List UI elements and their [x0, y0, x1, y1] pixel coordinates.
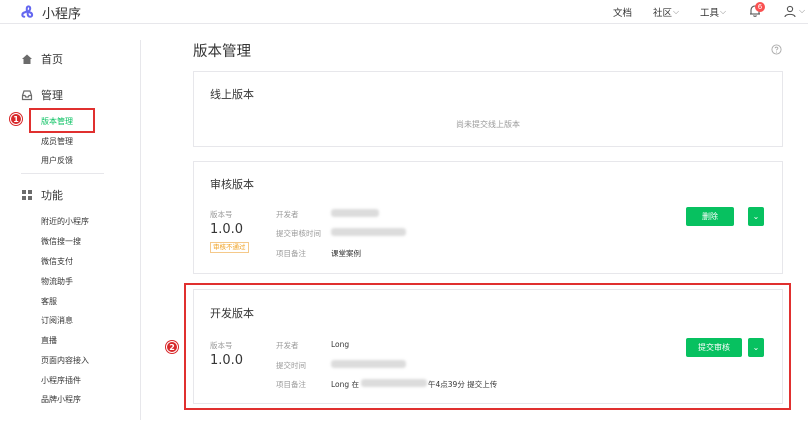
review-remark: 课堂案例	[331, 249, 361, 258]
sidebar-item-brand[interactable]: 品牌小程序	[41, 394, 81, 405]
sidebar-item-service[interactable]: 客服	[41, 296, 57, 307]
sidebar-item-subscription[interactable]: 订阅消息	[41, 315, 73, 326]
sidebar-item-logistics[interactable]: 物流助手	[41, 276, 73, 287]
review-remark-label: 项目备注	[276, 249, 306, 258]
sidebar-features-label: 功能	[41, 189, 63, 202]
nav-community[interactable]: 社区 ⌵	[653, 5, 679, 19]
review-version-number: 1.0.0	[210, 222, 244, 237]
online-version-empty-text: 尚未提交线上版本	[456, 120, 520, 129]
brand[interactable]: 小程序	[20, 3, 81, 22]
sidebar-item-home[interactable]: 首页	[21, 51, 63, 67]
home-icon	[22, 54, 32, 64]
sidebar-item-live[interactable]: 直播	[41, 335, 57, 346]
online-version-card: 线上版本 尚未提交线上版本	[193, 71, 783, 147]
nav-tools[interactable]: 工具 ⌵	[700, 5, 726, 19]
nav-docs[interactable]: 文档	[613, 5, 632, 19]
review-developer-label: 开发者	[276, 210, 299, 219]
review-version-title: 审核版本	[210, 178, 254, 191]
chevron-down-icon: ⌵	[673, 7, 680, 16]
sidebar-item-plugins[interactable]: 小程序插件	[41, 375, 81, 386]
sidebar-section-features: 功能	[21, 187, 63, 203]
annotation-marker-1: 1	[10, 113, 22, 125]
sidebar-home-label: 首页	[41, 53, 63, 66]
mini-program-logo-icon	[21, 5, 34, 18]
nav-tools-label: 工具	[700, 8, 720, 19]
sidebar-item-search[interactable]: 微信搜一搜	[41, 236, 81, 247]
sidebar-divider	[140, 40, 141, 420]
sidebar-divider-line	[21, 173, 104, 174]
nav-community-label: 社区	[653, 8, 673, 19]
delete-button[interactable]: 删除	[686, 207, 734, 226]
review-version-card: 审核版本 版本号 1.0.0 审核不通过 开发者 提交审核时间 项目备注 课堂案…	[193, 161, 783, 274]
sidebar-item-pay[interactable]: 微信支付	[41, 256, 73, 267]
review-developer-redacted	[331, 209, 379, 217]
sidebar-item-nearby[interactable]: 附近的小程序	[41, 216, 89, 227]
sidebar-item-page-content[interactable]: 页面内容接入	[41, 355, 89, 366]
sidebar-manage-label: 管理	[41, 89, 63, 102]
chevron-down-icon: ⌄	[752, 212, 760, 221]
nav-docs-label: 文档	[613, 8, 633, 19]
review-version-number-label: 版本号	[210, 210, 233, 219]
app-name: 小程序	[42, 7, 82, 22]
chevron-down-icon[interactable]: ⌵	[799, 6, 805, 16]
review-submit-time-label: 提交审核时间	[276, 229, 321, 238]
review-submit-time-redacted	[331, 228, 406, 236]
help-icon[interactable]	[771, 44, 782, 55]
top-bar: 小程序 文档 社区 ⌵ 工具 ⌵ 6 ⌵	[0, 0, 808, 24]
annotation-marker-2: 2	[166, 341, 178, 353]
review-status-tag: 审核不通过	[210, 242, 249, 253]
annotation-highlight-box	[184, 283, 791, 410]
sidebar-item-member-management[interactable]: 成员管理	[41, 136, 73, 147]
user-avatar-icon[interactable]	[783, 4, 797, 18]
online-version-title: 线上版本	[210, 88, 254, 101]
sidebar-item-user-feedback[interactable]: 用户反馈	[41, 155, 73, 166]
review-more-dropdown[interactable]: ⌄	[748, 207, 764, 226]
notification-badge: 6	[755, 2, 765, 12]
page-title: 版本管理	[193, 44, 251, 60]
sidebar-section-manage: 管理	[21, 87, 63, 103]
inbox-icon	[21, 90, 33, 101]
chevron-down-icon: ⌵	[720, 7, 727, 16]
grid-icon	[22, 190, 32, 200]
annotation-highlight-box	[29, 108, 95, 133]
